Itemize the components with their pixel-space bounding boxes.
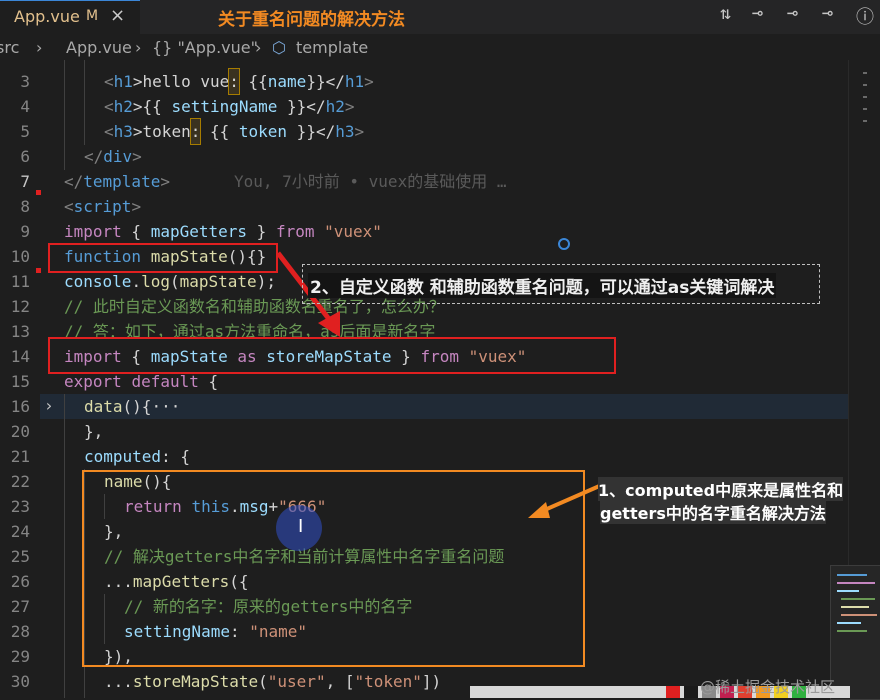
line-number: 16 bbox=[10, 397, 30, 416]
chevron-right-icon[interactable]: › bbox=[44, 396, 54, 415]
highlight-box-function bbox=[48, 243, 278, 273]
source-control-icon[interactable]: ⇅ bbox=[720, 3, 731, 24]
title-annotation: 关于重名问题的解决方法 bbox=[218, 10, 405, 30]
annotation-computed-line2: getters中的名字重名解决方法 bbox=[600, 500, 826, 524]
line-number: 24 bbox=[10, 522, 30, 541]
code-line-4: <h2>{{ settingName }}</h2> bbox=[104, 97, 355, 116]
line-number: 5 bbox=[20, 122, 30, 141]
breadcrumb-separator: › bbox=[135, 38, 142, 57]
code-line-8: <script> bbox=[64, 197, 142, 216]
timeline-icon[interactable]: ⊸ bbox=[822, 3, 833, 24]
tab-app-vue[interactable]: App.vue M × bbox=[0, 0, 140, 34]
line-number: 28 bbox=[10, 622, 30, 641]
indent-guide bbox=[64, 60, 65, 170]
tab-modified-badge: M bbox=[86, 8, 99, 24]
close-icon[interactable]: × bbox=[110, 5, 125, 26]
breadcrumb-separator: › bbox=[36, 38, 43, 57]
line-number: 6 bbox=[20, 147, 30, 166]
info-icon[interactable]: ⓘ bbox=[856, 3, 874, 29]
orange-arrow-icon bbox=[528, 482, 605, 518]
breadcrumb-module[interactable]: {} "App.vue" bbox=[152, 38, 258, 57]
breadcrumb-src[interactable]: src bbox=[0, 38, 19, 57]
line-number: 21 bbox=[10, 447, 30, 466]
indent-guide bbox=[84, 60, 85, 145]
line-number: 13 bbox=[10, 322, 30, 341]
watermark: @稀土掘金技术社区 bbox=[700, 678, 836, 696]
breakpoint-marker bbox=[36, 190, 41, 195]
line-number: 3 bbox=[20, 72, 30, 91]
code-line-9: import { mapGetters } from "vuex" bbox=[64, 222, 382, 241]
line-number-active: 7 bbox=[20, 172, 30, 191]
indent-guide bbox=[64, 394, 65, 698]
line-number: 9 bbox=[20, 222, 30, 241]
line-number: 26 bbox=[10, 572, 30, 591]
breadcrumb: src › App.vue › {} "App.vue" › ⬡ templat… bbox=[0, 34, 880, 60]
breakpoint-marker bbox=[36, 268, 41, 273]
line-number: 10 bbox=[10, 247, 30, 266]
code-line-21: computed: { bbox=[84, 447, 190, 466]
line-number: 22 bbox=[10, 472, 30, 491]
line-number: 23 bbox=[10, 497, 30, 516]
line-number: 15 bbox=[10, 372, 30, 391]
highlight-box-computed bbox=[82, 470, 585, 667]
rotate-handle-icon[interactable] bbox=[558, 238, 570, 250]
line-number: 8 bbox=[20, 197, 30, 216]
breadcrumb-separator: › bbox=[255, 38, 262, 57]
line-number: 25 bbox=[10, 547, 30, 566]
code-line-7: </template> You, 7小时前 • vuex的基础使用 … bbox=[64, 172, 507, 191]
code-line-20: }, bbox=[84, 422, 104, 441]
line-number: 4 bbox=[20, 97, 30, 116]
code-line-5: <h3>token: {{ token }}</h3> bbox=[104, 118, 364, 145]
line-number: 29 bbox=[10, 647, 30, 666]
git-blame-annotation: You, 7小时前 • vuex的基础使用 … bbox=[233, 172, 507, 191]
line-number: 14 bbox=[10, 347, 30, 366]
code-line-3: <h1>hello vue: {{name}}</h1> bbox=[104, 68, 374, 95]
go-back-icon[interactable]: ⊸ bbox=[752, 3, 763, 24]
code-line-16: data(){··· bbox=[84, 397, 181, 416]
fold-ellipsis: ··· bbox=[151, 397, 181, 416]
minimap-preview[interactable] bbox=[830, 565, 880, 700]
tab-title: App.vue bbox=[14, 7, 80, 26]
line-number: 30 bbox=[10, 672, 30, 691]
go-forward-icon[interactable]: ⊸ bbox=[787, 3, 798, 24]
line-number: 11 bbox=[10, 272, 30, 291]
line-number: 20 bbox=[10, 422, 30, 441]
line-number: 27 bbox=[10, 597, 30, 616]
code-line-30: ...storeMapState("user", ["token"]) bbox=[104, 672, 442, 691]
line-number: 12 bbox=[10, 297, 30, 316]
annotation-computed-line1: 1、computed中原来是属性名和 bbox=[598, 477, 844, 501]
breadcrumb-template[interactable]: template bbox=[296, 38, 368, 57]
cube-icon: ⬡ bbox=[272, 38, 286, 57]
editor-tab-bar: App.vue M × 关于重名问题的解决方法 ⇅ ⊸ ⊸ ⊸ ⓘ bbox=[0, 0, 880, 34]
breadcrumb-file[interactable]: App.vue bbox=[66, 38, 132, 57]
annotation-as-keyword: 2、自定义函数 和辅助函数重名问题，可以通过as关键词解决 bbox=[308, 273, 777, 298]
code-line-6: </div> bbox=[84, 147, 142, 166]
